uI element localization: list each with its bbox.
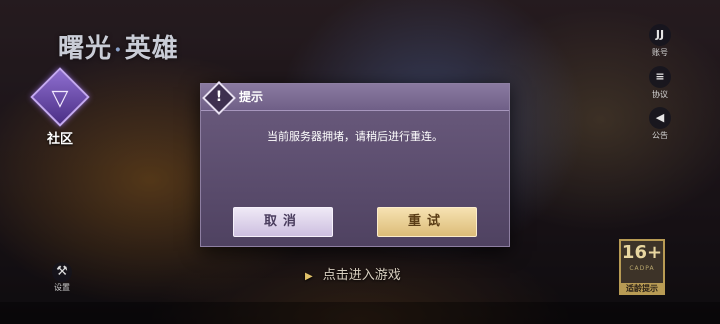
dialog-title: 提示 (239, 90, 264, 104)
settings-button[interactable]: ⚒ 设置 (48, 262, 76, 293)
community-label: 社区 (46, 132, 73, 147)
announcement-label: 公告 (652, 131, 668, 140)
announcement-icon: ◀ (649, 107, 671, 129)
age-rating-label: 适龄提示 (619, 283, 665, 295)
retry-button[interactable]: 重试 (377, 207, 477, 237)
community-button[interactable]: ▽ 社区 (30, 67, 90, 147)
enter-game-prompt[interactable]: ▶ 点击进入游戏 (305, 264, 401, 283)
game-logo: 曙光·英雄 (58, 34, 179, 64)
dialog-header: ! 提示 (201, 81, 509, 115)
play-arrow-icon: ▶ (305, 271, 313, 282)
wrench-icon: ⚒ (52, 262, 72, 282)
announcement-button[interactable]: ◀ 公告 (645, 107, 675, 141)
age-rating-value: 16+ (621, 242, 663, 263)
agreement-button[interactable]: ≡ 协议 (645, 66, 675, 100)
agreement-label: 协议 (652, 90, 668, 99)
enter-game-label: 点击进入游戏 (322, 268, 401, 283)
account-icon: JJ (649, 24, 671, 46)
account-label: 账号 (652, 48, 668, 57)
alert-dialog: ! 提示 当前服务器拥堵，请稍后进行重连。 取消 重试 (200, 81, 510, 247)
age-rating-sub: CADPA (629, 265, 655, 272)
settings-label: 设置 (54, 283, 70, 292)
cancel-button[interactable]: 取消 (233, 207, 333, 237)
age-rating-badge: 16+ CADPA 适龄提示 (619, 239, 665, 295)
account-button[interactable]: JJ 账号 (645, 24, 675, 58)
dialog-message: 当前服务器拥堵，请稍后进行重连。 (267, 130, 443, 143)
footer-strip (0, 302, 720, 324)
agreement-icon: ≡ (649, 66, 671, 88)
